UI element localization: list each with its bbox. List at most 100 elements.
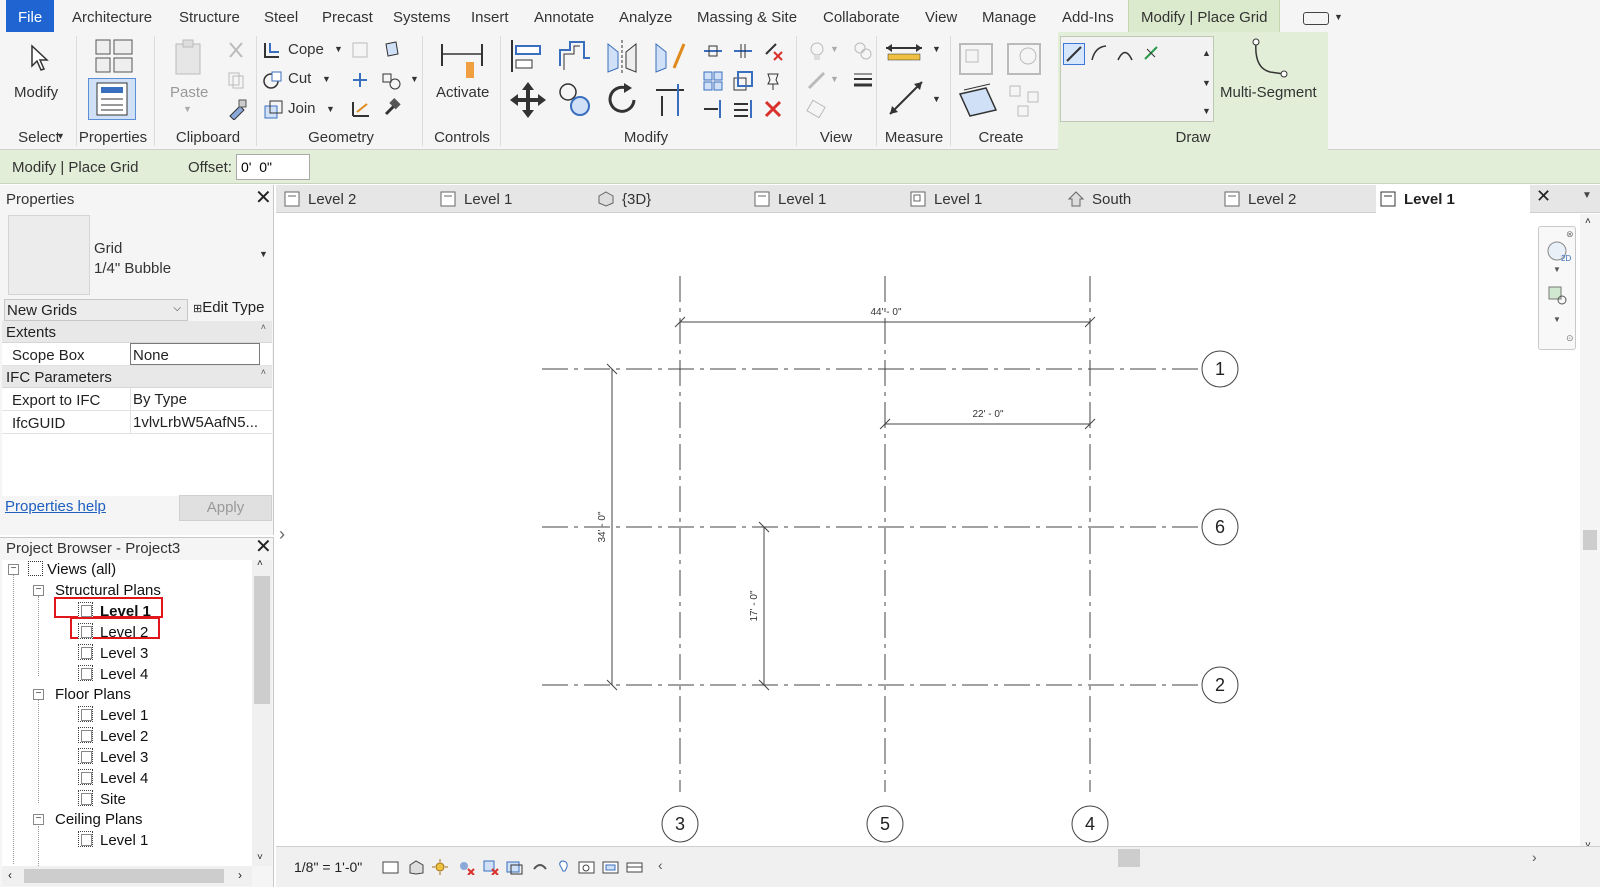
scroll-down-icon[interactable]: ˅ [257, 852, 263, 863]
steering-wheel-2d-icon[interactable]: 2D [1545, 239, 1571, 265]
linework-icon[interactable] [806, 70, 828, 92]
join-button[interactable]: Join [288, 100, 316, 117]
hide-dropdown-icon[interactable]: ▼ [830, 44, 839, 54]
tab-add-ins[interactable]: Add-Ins [1050, 0, 1126, 32]
trim-multiple-icon[interactable] [702, 98, 724, 120]
chevron-left-icon[interactable]: ‹ [658, 857, 663, 873]
tab-insert[interactable]: Insert [459, 0, 521, 32]
type-properties-icon[interactable] [92, 38, 136, 74]
tree-item-structural-level-3[interactable]: Level 3 [100, 644, 148, 664]
multi-segment-icon[interactable] [1250, 38, 1290, 82]
close-icon[interactable]: ✕ [1536, 186, 1551, 207]
rotate-icon[interactable] [604, 80, 642, 120]
gallery-expand-icon[interactable]: ▼ [1202, 106, 1211, 116]
analytical-model-icon[interactable] [626, 859, 643, 875]
edit-type-button[interactable]: ⊞Edit Type [193, 299, 264, 316]
view-tab-level-2-b[interactable]: Level 2 [1220, 185, 1296, 213]
activate-dimensions-icon[interactable] [440, 40, 484, 80]
chevron-right-icon[interactable]: › [1532, 849, 1537, 865]
dimension-text-left[interactable]: 34' - 0" [597, 511, 608, 542]
gallery-scroll-down-icon[interactable]: ▼ [1202, 78, 1211, 88]
multi-segment-button[interactable]: Multi-Segment [1220, 84, 1317, 101]
tree-item-floor-level-3[interactable]: Level 3 [100, 748, 148, 768]
tab-analyze[interactable]: Analyze [607, 0, 684, 32]
thin-lines-icon[interactable] [806, 98, 828, 120]
browser-hscroll-thumb[interactable] [24, 869, 224, 883]
view-tab-level-2[interactable]: Level 2 [280, 185, 356, 213]
chevron-down-icon[interactable]: ▼ [1553, 265, 1561, 274]
center-ends-arc-button[interactable] [1115, 43, 1137, 65]
view-scale[interactable]: 1/8" = 1'-0" [294, 859, 362, 875]
tab-file[interactable]: File [6, 0, 55, 32]
hide-element-icon[interactable] [806, 40, 828, 62]
browser-scroll-thumb[interactable] [254, 576, 270, 704]
chevron-right-icon[interactable]: › [279, 524, 285, 545]
align-icon[interactable] [508, 38, 544, 74]
offset-input[interactable] [236, 154, 310, 180]
pick-lines-button[interactable] [1141, 43, 1163, 65]
cope-button[interactable]: Cope [288, 41, 324, 58]
split-face-icon[interactable] [350, 70, 370, 90]
collapse-toggle[interactable]: − [33, 585, 44, 596]
wall-joins-icon[interactable] [350, 40, 370, 60]
scroll-up-icon[interactable]: ˄ [1585, 216, 1591, 227]
paste-icon[interactable] [172, 38, 206, 78]
unpin-icon[interactable] [762, 40, 784, 62]
properties-help-link[interactable]: Properties help [5, 498, 106, 515]
hammer-icon[interactable] [380, 98, 402, 120]
create-parts-icon[interactable] [1004, 40, 1044, 78]
beam-system-icon[interactable] [350, 98, 372, 120]
cope-dropdown-icon[interactable]: ▼ [334, 44, 343, 54]
dimension-text-top[interactable]: 44' - 0" [870, 307, 901, 318]
line-weights-icon[interactable] [852, 70, 874, 92]
paste-dropdown-icon[interactable]: ▼ [183, 104, 192, 114]
scroll-right-icon[interactable]: › [238, 868, 242, 882]
ifcguid-value[interactable]: 1vlvLrbW5AafN5... [130, 411, 260, 433]
override-graphics-icon[interactable] [852, 40, 874, 62]
collapse-icon[interactable]: ˄ [261, 322, 266, 332]
cut-dropdown-icon[interactable]: ▼ [322, 74, 331, 84]
reveal-hidden-icon[interactable] [578, 859, 595, 875]
copy-element-icon[interactable] [556, 80, 594, 120]
mirror-pick-axis-icon[interactable] [604, 38, 640, 76]
collapse-toggle[interactable]: − [33, 814, 44, 825]
tab-architecture[interactable]: Architecture [60, 0, 164, 32]
tree-item-floor-site[interactable]: Site [100, 790, 126, 810]
tab-structure[interactable]: Structure [167, 0, 252, 32]
detail-level-icon[interactable] [382, 859, 399, 875]
view-tab-level-1[interactable]: Level 1 [436, 185, 512, 213]
scale-icon[interactable] [732, 70, 754, 92]
canvas-hscroll-thumb[interactable] [1118, 849, 1140, 867]
dimension-dropdown-icon[interactable]: ▼ [932, 94, 941, 104]
tab-collaborate[interactable]: Collaborate [811, 0, 912, 32]
canvas-scroll-thumb[interactable] [1583, 530, 1597, 550]
scope-box-select[interactable]: None [130, 343, 260, 365]
tab-systems[interactable]: Systems [381, 0, 463, 32]
dimension-text-inner[interactable]: 17' - 0" [749, 590, 760, 621]
modify-button[interactable]: Modify [14, 84, 58, 101]
create-group-icon[interactable] [956, 80, 1000, 124]
export-to-ifc-value[interactable]: By Type [130, 388, 260, 410]
join-dropdown-icon[interactable]: ▼ [326, 104, 335, 114]
collapse-toggle[interactable]: − [33, 689, 44, 700]
trim-extend-icon[interactable] [652, 80, 688, 120]
tree-item-floor-level-4[interactable]: Level 4 [100, 769, 148, 789]
show-crop-region-icon[interactable] [506, 859, 523, 875]
move-icon[interactable] [508, 80, 548, 120]
tree-item-floor-level-1[interactable]: Level 1 [100, 706, 148, 726]
paste-button[interactable]: Paste [170, 84, 208, 101]
tab-modify-place-grid[interactable]: Modify | Place Grid [1128, 0, 1281, 32]
instance-filter-select[interactable]: New Grids ⌵ [4, 299, 188, 321]
start-end-radius-arc-button[interactable] [1089, 43, 1111, 65]
aligned-dimension-icon[interactable] [886, 78, 926, 118]
tab-annotate[interactable]: Annotate [522, 0, 606, 32]
cut-geometry-icon[interactable] [262, 70, 284, 90]
array-icon[interactable] [702, 70, 724, 92]
cursor-arrow-icon[interactable] [28, 44, 52, 72]
properties-panel-label[interactable]: Properties [78, 128, 148, 148]
tree-item-floor-level-2[interactable]: Level 2 [100, 727, 148, 747]
close-icon[interactable]: ✕ [255, 534, 272, 559]
shadows-icon[interactable] [458, 859, 475, 875]
nav-options-icon[interactable]: ⊙ [1566, 333, 1574, 344]
tree-node-views-all[interactable]: Views (all) [28, 560, 116, 580]
